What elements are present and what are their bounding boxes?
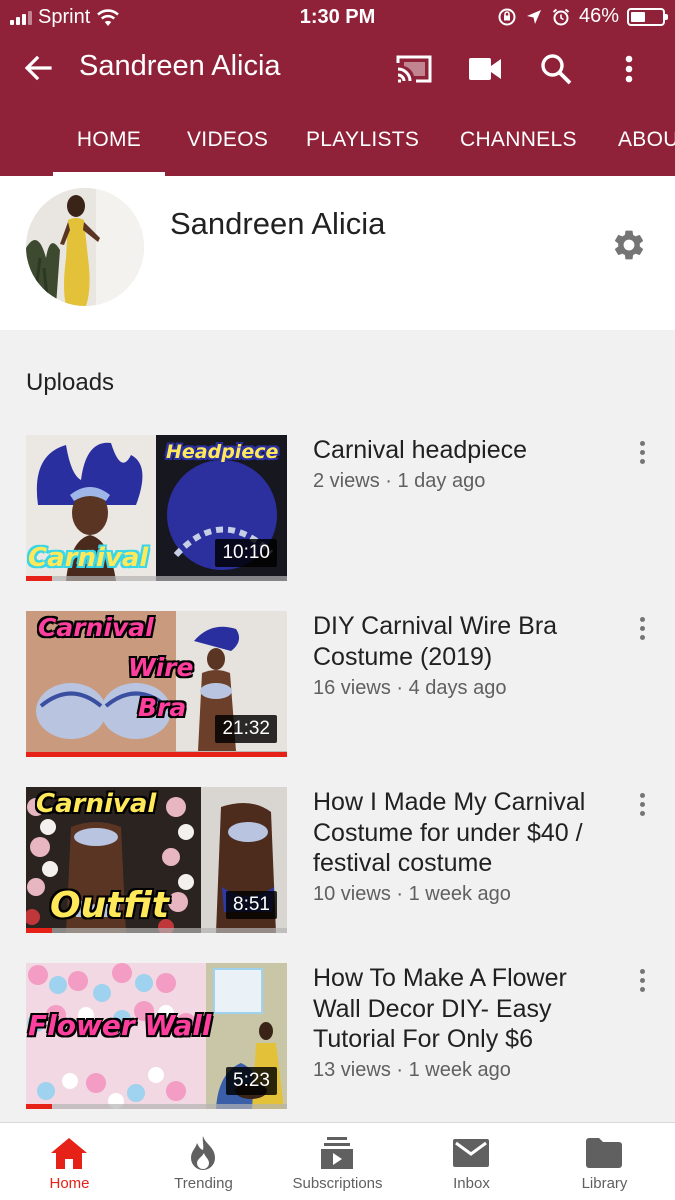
status-bar: Sprint 1:30 PM 46%	[0, 0, 675, 36]
video-meta: 10 views · 1 week ago	[313, 883, 511, 905]
rotation-lock-icon	[498, 8, 516, 25]
nav-library[interactable]: Library	[537, 1123, 672, 1200]
nav-label: Subscriptions	[292, 1175, 383, 1192]
view-count: 10 views	[313, 883, 391, 905]
watch-progress-fill	[26, 1104, 53, 1109]
channel-header: Sandreen Alicia	[0, 176, 675, 330]
watch-progress	[26, 576, 287, 581]
nav-trending[interactable]: Trending	[136, 1123, 271, 1200]
video-duration: 21:32	[215, 715, 277, 743]
channel-name: Sandreen Alicia	[170, 206, 386, 241]
video-more-options-button[interactable]	[630, 789, 654, 819]
view-count: 2 views	[313, 470, 380, 492]
watch-progress	[26, 928, 287, 933]
video-title[interactable]: How To Make A Flower Wall Decor DIY- Eas…	[313, 963, 613, 1055]
nav-subscriptions[interactable]: Subscriptions	[270, 1123, 405, 1200]
thumbnail-text: Carnival	[36, 789, 157, 819]
status-right: 46%	[497, 5, 668, 28]
upload-age: 1 week ago	[408, 883, 511, 905]
cast-icon	[396, 55, 432, 83]
thumbnail-text: Outfit	[50, 885, 169, 926]
nav-home[interactable]: Home	[2, 1123, 137, 1200]
watch-progress	[26, 752, 287, 757]
thumbnail-text: Wire	[128, 653, 194, 682]
video-more-options-button[interactable]	[630, 437, 654, 467]
tab-videos[interactable]: VIDEOS	[187, 110, 268, 176]
gear-icon	[614, 230, 644, 260]
tab-about[interactable]: ABOU	[618, 110, 675, 176]
flame-icon	[183, 1135, 223, 1171]
folder-icon	[584, 1135, 624, 1171]
channel-settings-button[interactable]	[608, 224, 650, 266]
uploads-section-title: Uploads	[26, 369, 115, 396]
tab-playlists[interactable]: PLAYLISTS	[306, 110, 419, 176]
location-icon	[526, 9, 541, 24]
video-title[interactable]: DIY Carnival Wire Bra Costume (2019)	[313, 611, 613, 672]
tab-channels[interactable]: CHANNELS	[460, 110, 577, 176]
video-item[interactable]: Headpiece Carnival 10:10 Carnival headpi…	[0, 435, 675, 585]
tab-home[interactable]: HOME	[53, 110, 165, 176]
subscriptions-icon	[317, 1135, 357, 1171]
app-bar-title: Sandreen Alicia	[79, 50, 281, 82]
video-title[interactable]: Carnival headpiece	[313, 435, 613, 466]
video-title[interactable]: How I Made My Carnival Costume for under…	[313, 787, 613, 879]
more-vert-icon	[625, 55, 633, 83]
video-thumbnail[interactable]: Headpiece Carnival 10:10	[26, 435, 287, 581]
thumbnail-text: Flower Wall	[28, 1009, 212, 1042]
view-count: 16 views	[313, 677, 391, 699]
nav-label: Inbox	[453, 1175, 490, 1192]
app-bar: Sandreen Alicia	[0, 36, 675, 102]
video-meta: 2 views · 1 day ago	[313, 470, 486, 492]
watch-progress-fill	[26, 576, 53, 581]
nav-label: Library	[581, 1175, 628, 1192]
video-meta: 13 views · 1 week ago	[313, 1059, 511, 1081]
search-button[interactable]	[533, 46, 579, 92]
battery-level	[631, 11, 645, 22]
watch-progress-fill	[26, 928, 53, 933]
thumbnail-text: Carnival	[28, 543, 149, 573]
video-thumbnail[interactable]: Carnival Outfit 8:51	[26, 787, 287, 933]
video-more-options-button[interactable]	[630, 965, 654, 995]
view-count: 13 views	[313, 1059, 391, 1081]
home-icon	[49, 1135, 89, 1171]
nav-label: Home	[49, 1175, 90, 1192]
nav-inbox[interactable]: Inbox	[404, 1123, 539, 1200]
video-meta: 16 views · 4 days ago	[313, 677, 507, 699]
thumbnail-text: Bra	[138, 693, 187, 722]
video-thumbnail[interactable]: Carnival Wire Bra 21:32	[26, 611, 287, 757]
search-icon	[541, 54, 572, 85]
bottom-navigation: Home Trending Subscriptions Inbox Librar…	[0, 1122, 675, 1200]
video-duration: 8:51	[226, 891, 277, 919]
video-more-options-button[interactable]	[630, 613, 654, 643]
upload-age: 1 week ago	[408, 1059, 511, 1081]
top-app-bar: Sprint 1:30 PM 46% Sandreen Alicia HOME …	[0, 0, 675, 176]
nav-label: Trending	[174, 1175, 233, 1192]
video-thumbnail[interactable]: Flower Wall 5:23	[26, 963, 287, 1109]
channel-tabs: HOME VIDEOS PLAYLISTS CHANNELS ABOU	[0, 110, 675, 176]
video-duration: 5:23	[226, 1067, 277, 1095]
watch-progress-fill	[26, 752, 287, 757]
upload-age: 1 day ago	[397, 470, 486, 492]
cast-button[interactable]	[391, 46, 437, 92]
video-item[interactable]: Carnival Wire Bra 21:32 DIY Carnival Wir…	[0, 611, 675, 761]
alarm-icon	[552, 8, 570, 25]
video-item[interactable]: Carnival Outfit 8:51 How I Made My Carni…	[0, 787, 675, 937]
thumbnail-text: Carnival	[38, 613, 154, 642]
more-options-button[interactable]	[606, 46, 652, 92]
video-duration: 10:10	[215, 539, 277, 567]
upload-age: 4 days ago	[408, 677, 507, 699]
battery-icon	[627, 7, 668, 26]
back-arrow-icon	[24, 55, 52, 81]
mail-icon	[451, 1135, 491, 1171]
battery-percent: 46%	[578, 5, 619, 27]
upload-video-button[interactable]	[462, 46, 508, 92]
video-camera-icon	[469, 58, 501, 80]
back-button[interactable]	[18, 48, 58, 88]
channel-avatar[interactable]	[26, 188, 144, 306]
video-item[interactable]: Flower Wall 5:23 How To Make A Flower Wa…	[0, 963, 675, 1113]
watch-progress	[26, 1104, 287, 1109]
thumbnail-text: Headpiece	[166, 441, 279, 463]
